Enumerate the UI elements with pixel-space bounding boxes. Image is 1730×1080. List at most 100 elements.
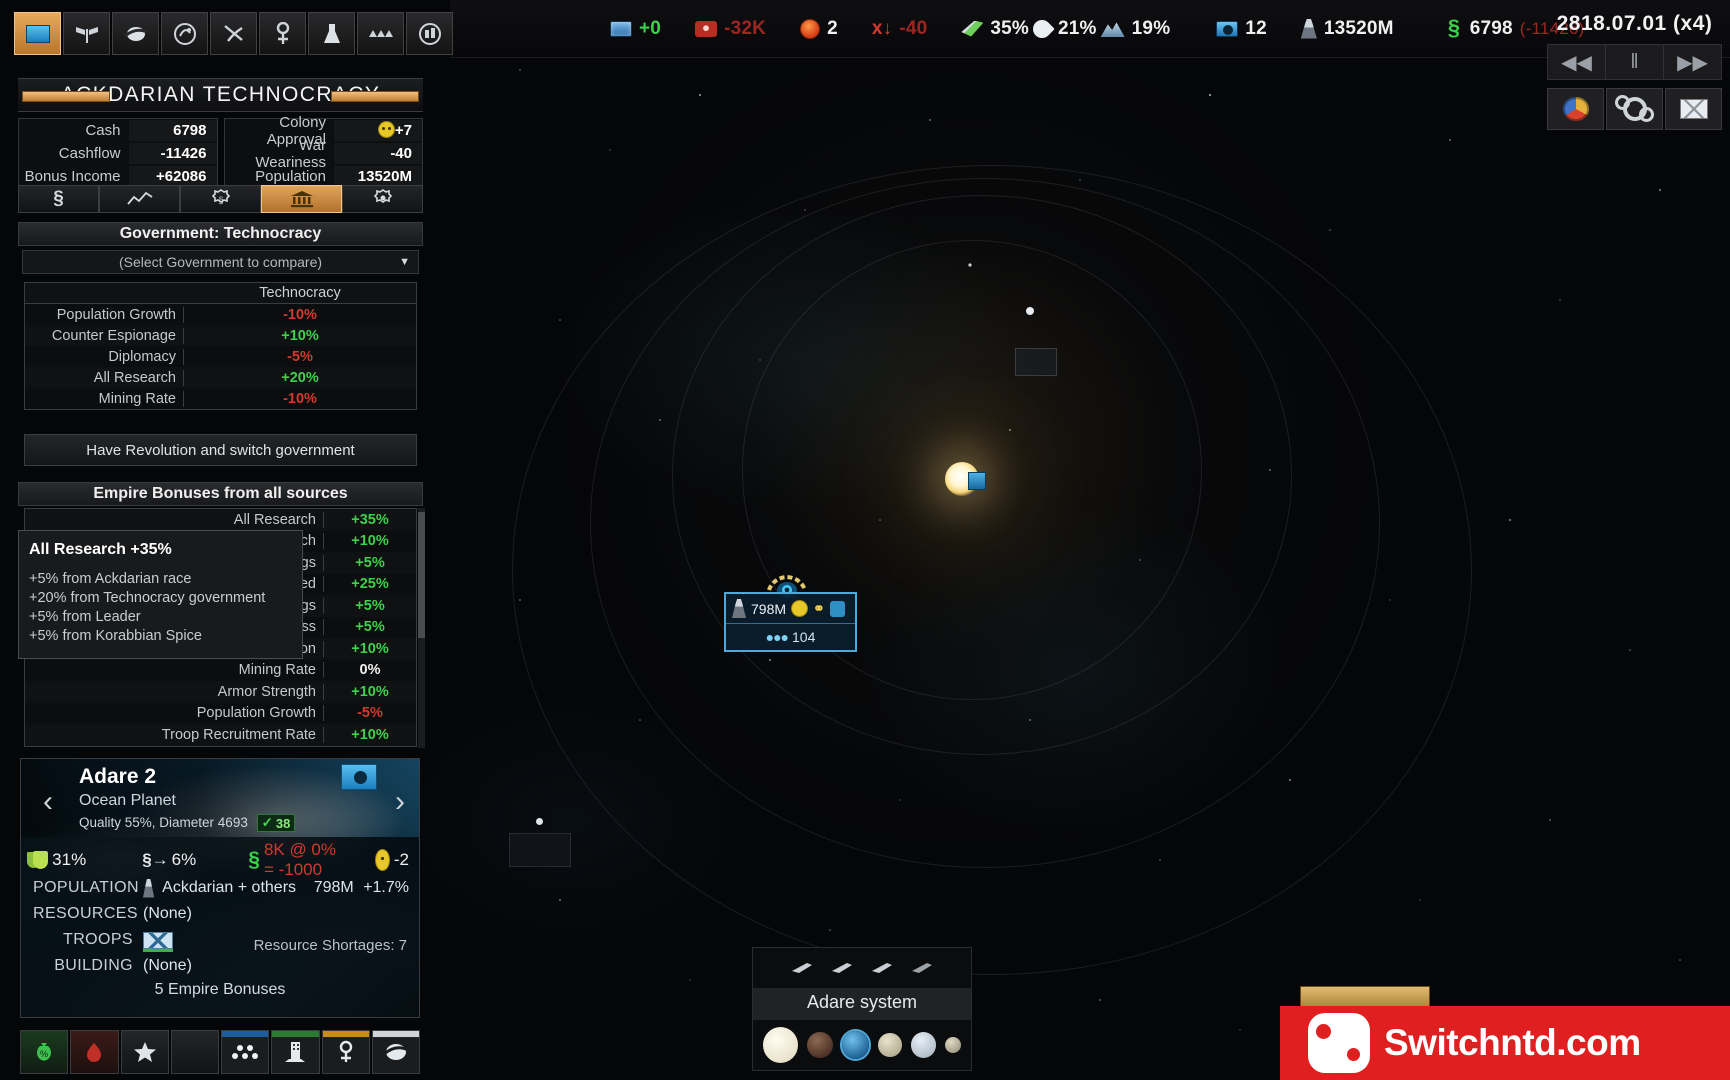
previous-planet-button[interactable]: ‹ (43, 785, 53, 819)
research-tree-button[interactable] (1606, 88, 1663, 130)
planet-population-row: POPULATION Ackdarian + others 798M +1.7% (33, 875, 409, 901)
research-icon[interactable] (259, 12, 306, 55)
smile-face-icon (377, 121, 395, 138)
system-planet-2-selected[interactable] (841, 1031, 870, 1059)
maintenance-value: -32K (724, 17, 767, 39)
stat-war-weariness-label: War Weariness (255, 136, 326, 171)
planet-hover-tooltip[interactable]: 798M ⚭ ●●● 104 (724, 592, 857, 652)
colonies-grid-icon[interactable] (406, 12, 453, 55)
row-label: All Research (25, 511, 324, 528)
research-icon[interactable] (321, 1030, 370, 1074)
status-marsh[interactable]: 19% (1100, 18, 1171, 40)
system-star[interactable] (763, 1027, 799, 1063)
tab-graphs[interactable] (99, 185, 180, 213)
troops-dots-icon: ●●● (765, 629, 789, 645)
row-value: +20% (281, 369, 319, 386)
row-value: -5% (287, 348, 313, 365)
table-row: Diplomacy -5% (25, 346, 416, 367)
tab-economy[interactable]: § (18, 185, 99, 213)
building-icon[interactable] (271, 1030, 320, 1074)
money-bag-icon[interactable]: % (20, 1030, 69, 1074)
energy-bolt-icon: §→ (142, 850, 169, 869)
bonuses-scrollbar-thumb[interactable] (418, 512, 425, 638)
system-planet-4[interactable] (910, 1032, 937, 1058)
alert-icon[interactable] (70, 1030, 119, 1074)
messages-button[interactable] (1665, 88, 1722, 130)
population-dots-icon[interactable] (221, 1030, 270, 1074)
fast-forward-button[interactable]: ▶▶ (1663, 45, 1721, 79)
planet-marker-adare-1[interactable] (968, 472, 986, 490)
planet-type-icon (341, 764, 377, 790)
row-value: +10% (351, 640, 389, 657)
policy-gear-icon (373, 189, 392, 203)
next-planet-button[interactable]: › (395, 785, 405, 819)
tab-policy[interactable] (342, 185, 423, 213)
status-war-weariness[interactable]: x↓ -40 (872, 18, 928, 40)
moon-marker-lower-left (536, 818, 543, 825)
row-value: +10% (351, 533, 389, 550)
research-icon: ⚭ (813, 600, 825, 616)
shield-icon (829, 600, 845, 617)
cash-icon: § (1447, 14, 1461, 40)
stat-bonus-income-value: +62086 (128, 166, 217, 187)
building-label: BUILDING (54, 957, 133, 974)
ship-icon[interactable] (911, 961, 933, 975)
tooltip-line: +5% from Leader (29, 609, 141, 625)
tab-trade[interactable]: § (180, 185, 261, 213)
status-ocean[interactable]: 21% (1029, 15, 1097, 42)
system-planet-3[interactable] (878, 1033, 902, 1057)
ship-icon[interactable] (791, 961, 813, 975)
tab-government[interactable] (261, 185, 342, 213)
stat-cash-value: 6798 (128, 120, 217, 141)
troops-icon[interactable] (143, 931, 173, 952)
building-value: (None) (143, 957, 192, 974)
status-population[interactable]: 13520M (1300, 18, 1394, 40)
selected-planet-card[interactable]: ‹ › Adare 2 Ocean Planet Quality 55%, Di… (20, 758, 420, 1018)
happiness-value: 31% (52, 850, 87, 869)
chevron-down-icon: ▼ (399, 256, 410, 268)
diplomacy-button[interactable] (1547, 88, 1604, 130)
table-row: All Research +20% (25, 367, 416, 388)
have-revolution-button[interactable]: Have Revolution and switch government (24, 434, 417, 466)
government-compare-select[interactable]: (Select Government to compare) ▼ (22, 250, 419, 274)
tooltip-line: +5% from Ackdarian race (29, 571, 192, 587)
row-label: Troop Recruitment Rate (25, 726, 324, 743)
diplomacy-flags-icon[interactable] (63, 12, 110, 55)
ship-icon[interactable] (871, 961, 893, 975)
tooltip-line: +20% from Technocracy government (29, 590, 266, 606)
construction-icon[interactable] (308, 12, 355, 55)
switch-logo-icon (1308, 1013, 1370, 1073)
system-planet-5[interactable] (945, 1037, 961, 1053)
row-value: +5% (355, 619, 385, 636)
favorite-star-icon[interactable] (120, 1030, 169, 1074)
empty-slot[interactable] (170, 1030, 219, 1074)
galaxy-map-icon[interactable] (161, 12, 208, 55)
rewind-button[interactable]: ◀◀ (1548, 45, 1605, 79)
system-planet-1[interactable] (807, 1032, 833, 1058)
fleets-icon[interactable] (357, 12, 404, 55)
pause-button[interactable]: ‖ (1605, 45, 1663, 79)
status-unrest[interactable]: 2 (800, 18, 838, 40)
status-continental[interactable]: 35% (961, 18, 1029, 40)
mining-pick-icon[interactable] (210, 12, 257, 55)
status-research[interactable]: +0 (610, 18, 661, 40)
empire-bonuses-count[interactable]: 5 Empire Bonuses (21, 981, 419, 999)
planet-group-lower-left[interactable] (509, 833, 571, 867)
stat-cash: Cash 6798 (19, 119, 217, 142)
status-colonies[interactable]: 12 (1216, 18, 1267, 40)
fleet-marker-upper[interactable] (1015, 348, 1057, 376)
system-bar[interactable]: Adare system (752, 947, 972, 1071)
approval-value: -2 (393, 850, 409, 869)
approval-face-icon (375, 849, 390, 871)
planet-icon[interactable] (371, 1030, 420, 1074)
government-compare-placeholder: (Select Government to compare) (118, 254, 323, 270)
row-value: +10% (281, 327, 319, 344)
empire-overview-icon[interactable] (14, 12, 61, 55)
stat-population-label: Population (255, 168, 326, 185)
status-maintenance[interactable]: -32K (695, 18, 766, 40)
planets-icon[interactable] (112, 12, 159, 55)
planet-type: Ocean Planet (79, 792, 176, 809)
table-row: Mining Rate -10% (25, 388, 416, 409)
ship-icon[interactable] (831, 961, 853, 975)
research-icon (610, 20, 632, 37)
